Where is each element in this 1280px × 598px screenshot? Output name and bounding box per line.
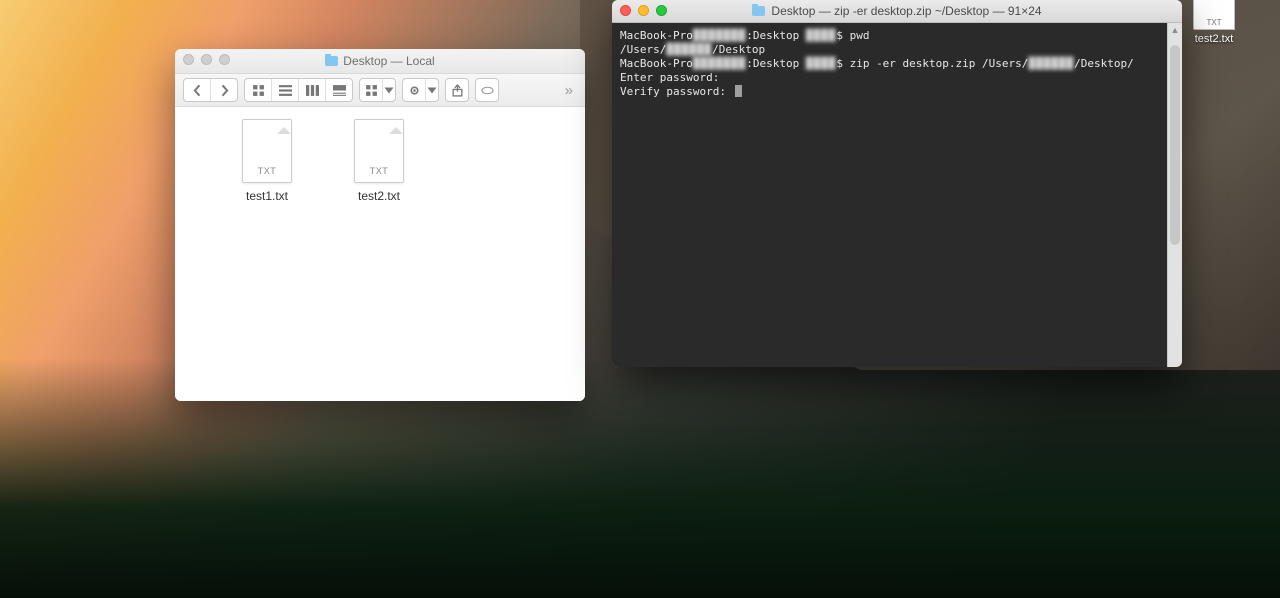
nav-buttons: [183, 78, 238, 102]
finder-window-title: Desktop — Local: [325, 54, 434, 68]
action-dropdown[interactable]: [426, 79, 438, 101]
terminal-window-title: Desktop — zip -er desktop.zip ~/Desktop …: [752, 4, 1041, 18]
folder-icon: [325, 56, 338, 66]
desktop-wallpaper: TXT test2.txt Desktop — Local: [0, 0, 1280, 598]
scroll-thumb[interactable]: [1170, 45, 1180, 245]
share-button[interactable]: [446, 79, 468, 101]
tags-button[interactable]: [476, 79, 498, 101]
folder-icon: [752, 6, 765, 16]
view-buttons: [244, 78, 353, 102]
finder-titlebar[interactable]: Desktop — Local: [175, 49, 585, 74]
scroll-track[interactable]: [1168, 37, 1182, 367]
toolbar-overflow-button[interactable]: »: [561, 82, 577, 99]
desktop-file-test2[interactable]: TXT test2.txt: [1187, 0, 1241, 45]
arrange-dropdown[interactable]: [383, 79, 395, 101]
finder-window[interactable]: Desktop — Local: [175, 49, 585, 401]
action-gear-button[interactable]: [403, 79, 426, 101]
arrange-buttons: [359, 78, 396, 102]
finder-traffic-lights: [183, 54, 230, 65]
txt-file-icon: TXT: [354, 119, 404, 183]
coverflow-view-button[interactable]: [326, 79, 352, 101]
terminal-titlebar[interactable]: Desktop — zip -er desktop.zip ~/Desktop …: [612, 0, 1182, 23]
scroll-up-arrow[interactable]: ▲: [1168, 23, 1182, 37]
list-view-button[interactable]: [272, 79, 299, 101]
minimize-button[interactable]: [201, 54, 212, 65]
terminal-body[interactable]: MacBook-Pro███████:Desktop ████$ pwd /Us…: [612, 23, 1182, 367]
finder-toolbar: »: [175, 74, 585, 107]
zoom-button[interactable]: [656, 5, 667, 16]
action-buttons: [402, 78, 439, 102]
back-button[interactable]: [184, 79, 211, 101]
txt-file-icon: TXT: [242, 119, 292, 183]
close-button[interactable]: [183, 54, 194, 65]
txt-file-icon: TXT: [1193, 0, 1235, 30]
share-group: [445, 78, 469, 102]
file-test1[interactable]: TXT test1.txt: [227, 119, 307, 203]
file-test2[interactable]: TXT test2.txt: [339, 119, 419, 203]
close-button[interactable]: [620, 5, 631, 16]
arrange-button[interactable]: [360, 79, 383, 101]
terminal-traffic-lights: [620, 5, 667, 16]
icon-view-button[interactable]: [245, 79, 272, 101]
file-label: test1.txt: [227, 189, 307, 203]
column-view-button[interactable]: [299, 79, 326, 101]
terminal-cursor: [735, 85, 742, 97]
zoom-button[interactable]: [219, 54, 230, 65]
tags-group: [475, 78, 499, 102]
forward-button[interactable]: [211, 79, 237, 101]
terminal-scrollbar[interactable]: ▲: [1167, 23, 1182, 367]
terminal-window[interactable]: Desktop — zip -er desktop.zip ~/Desktop …: [612, 0, 1182, 367]
minimize-button[interactable]: [638, 5, 649, 16]
file-label: test2.txt: [339, 189, 419, 203]
desktop-file-label: test2.txt: [1187, 33, 1241, 45]
terminal-output: MacBook-Pro███████:Desktop ████$ pwd /Us…: [620, 29, 1174, 99]
finder-body[interactable]: TXT test1.txt TXT test2.txt: [175, 107, 585, 401]
